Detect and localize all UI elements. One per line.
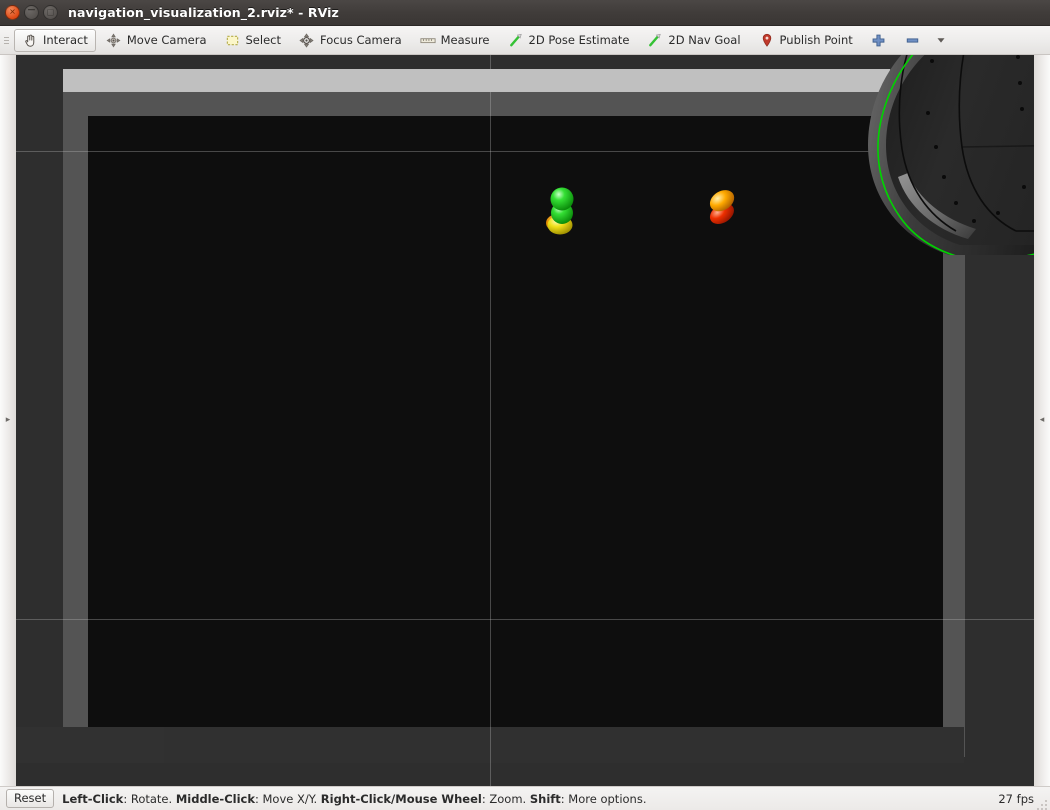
- pose-marker-cluster: [699, 185, 747, 227]
- viewport-area: ▸ ◂: [0, 55, 1050, 786]
- resize-grip[interactable]: [1036, 796, 1048, 810]
- add-tool-button[interactable]: [863, 29, 895, 52]
- expand-left-panel-icon: ▸: [5, 415, 11, 425]
- toolbar-overflow-button[interactable]: [931, 29, 951, 52]
- tool-bar: Interact Move Camera Select Focus Camera…: [0, 26, 1050, 55]
- tool-move-camera[interactable]: Move Camera: [98, 29, 215, 52]
- tool-2d-nav-goal[interactable]: 2D Nav Goal: [639, 29, 748, 52]
- map-pin-icon: [759, 32, 775, 48]
- expand-right-panel-icon: ◂: [1039, 415, 1045, 425]
- maximize-button[interactable]: □: [43, 5, 58, 20]
- window-controls: ✕ − □: [5, 3, 58, 20]
- close-icon: ✕: [9, 7, 16, 16]
- grid-line-horizontal-2: [16, 619, 1034, 620]
- map-bottom-plane-2: [164, 727, 964, 763]
- tool-2d-nav-goal-label: 2D Nav Goal: [668, 33, 741, 47]
- render-canvas-3d[interactable]: [16, 55, 1034, 786]
- minimize-icon: −: [26, 3, 37, 16]
- chevron-down-icon: [936, 32, 946, 48]
- hint-key-left-click: Left-Click: [62, 791, 124, 806]
- tool-focus-camera[interactable]: Focus Camera: [291, 29, 410, 52]
- tool-select[interactable]: Select: [217, 29, 289, 52]
- minus-icon: [905, 32, 921, 48]
- focus-camera-icon: [299, 32, 315, 48]
- hint-key-middle-click: Middle-Click: [175, 791, 255, 806]
- hint-text-middle-click: : Move X/Y.: [254, 791, 321, 806]
- nav-goal-arrow-icon: [647, 32, 663, 48]
- right-panel-splitter[interactable]: ◂: [1034, 55, 1050, 786]
- map-occupancy-grid: [88, 116, 943, 734]
- tool-select-label: Select: [245, 33, 281, 47]
- tool-publish-point[interactable]: Publish Point: [751, 29, 861, 52]
- remove-tool-button[interactable]: [897, 29, 929, 52]
- maximize-icon: □: [46, 7, 55, 16]
- mouse-hints: Left-Click: Rotate. Middle-Click: Move X…: [62, 792, 646, 806]
- hand-cursor-icon: [22, 32, 38, 48]
- close-button[interactable]: ✕: [5, 5, 20, 20]
- tool-interact-label: Interact: [43, 33, 88, 47]
- hint-text-left-click: : Rotate.: [123, 791, 176, 806]
- robot-model: [856, 55, 1034, 262]
- hint-text-right-click: : Zoom.: [481, 791, 530, 806]
- grid-line-vertical-1: [490, 55, 491, 786]
- hint-text-shift: : More options.: [560, 791, 647, 806]
- pose-arrow-icon: [508, 32, 524, 48]
- tool-move-camera-label: Move Camera: [126, 33, 207, 47]
- map-top-band: [63, 69, 890, 92]
- hint-key-shift: Shift: [529, 791, 561, 806]
- hint-key-right-click: Right-Click/Mouse Wheel: [320, 791, 482, 806]
- move-camera-icon: [106, 32, 122, 48]
- tool-interact[interactable]: Interact: [14, 28, 96, 52]
- ruler-icon: [420, 32, 436, 48]
- toolbar-drag-handle[interactable]: [3, 31, 10, 49]
- tool-measure[interactable]: Measure: [412, 29, 498, 52]
- left-panel-splitter[interactable]: ▸: [0, 55, 16, 786]
- title-bar: ✕ − □ navigation_visualization_2.rviz* -…: [0, 0, 1050, 26]
- reset-button[interactable]: Reset: [6, 789, 55, 808]
- minimize-button[interactable]: −: [24, 3, 39, 20]
- tool-publish-point-label: Publish Point: [779, 33, 853, 47]
- goal-marker-cluster: [535, 175, 591, 239]
- tool-2d-pose-estimate-label: 2D Pose Estimate: [528, 33, 630, 47]
- window-title: navigation_visualization_2.rviz* - RViz: [68, 5, 339, 20]
- tool-2d-pose-estimate[interactable]: 2D Pose Estimate: [500, 29, 638, 52]
- tool-focus-camera-label: Focus Camera: [319, 33, 402, 47]
- status-bar: Reset Left-Click: Rotate. Middle-Click: …: [0, 786, 1050, 810]
- selection-box-icon: [225, 32, 241, 48]
- tool-measure-label: Measure: [440, 33, 490, 47]
- plus-icon: [871, 32, 887, 48]
- rviz-window: ✕ − □ navigation_visualization_2.rviz* -…: [0, 0, 1050, 810]
